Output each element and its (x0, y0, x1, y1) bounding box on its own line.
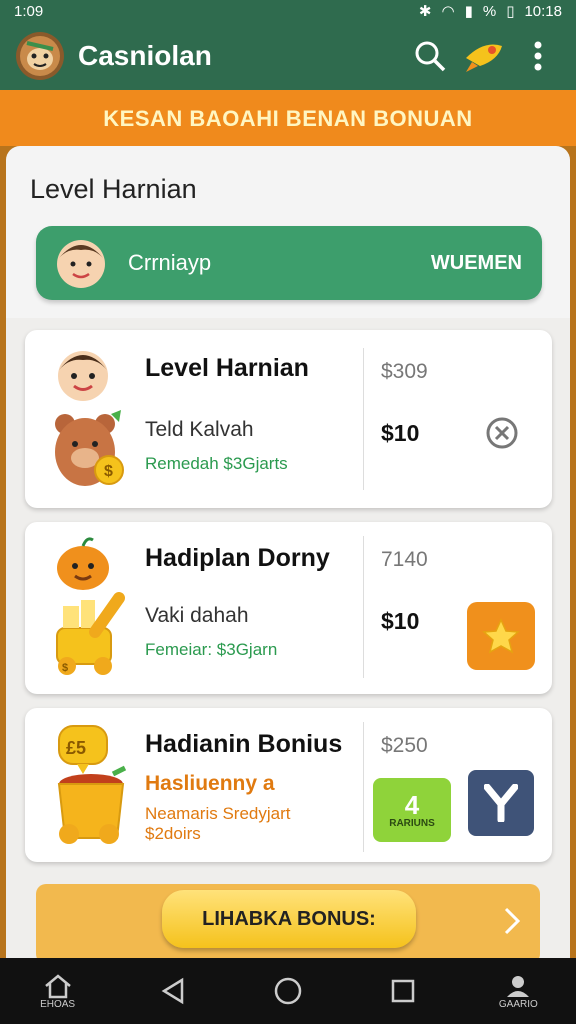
price-top: $309 (381, 360, 428, 383)
orange-mascot-icon (53, 534, 113, 594)
card-divider (363, 536, 364, 678)
card-subtitle: Teld Kalvah (145, 418, 254, 441)
card-footer-2: $2doirs (145, 824, 201, 843)
recents-square-icon (391, 979, 415, 1003)
card-title: Level Harnian (145, 354, 309, 382)
user-tag[interactable]: WUEMEN (431, 252, 522, 275)
battery-icon: ▯ (506, 3, 515, 20)
svg-text:$: $ (62, 662, 68, 674)
card-divider (363, 348, 364, 490)
status-icons: ✱ ◠ ▮ % ▯ 10:18 (418, 2, 562, 21)
level-panel: Level Harnian Crrniayp WUEMEN (6, 146, 570, 318)
promo-banner[interactable]: KESAN BAOAHI BENAN BONUAN (0, 90, 576, 146)
svg-text:£5: £5 (66, 738, 86, 758)
boy-avatar-icon (53, 344, 113, 404)
y-logo-icon (484, 784, 518, 822)
user-strip[interactable]: Crrniayp WUEMEN (36, 226, 542, 300)
status-left-text: 1:09 (14, 2, 44, 20)
y-logo-button[interactable] (468, 770, 534, 836)
profile-icon (507, 975, 530, 997)
card-title: Hadianin Bonius (145, 730, 343, 758)
panel-heading: Level Harnian (30, 174, 197, 204)
user-avatar-icon (54, 236, 108, 290)
more-vert-icon[interactable] (516, 34, 560, 78)
rank-number: 4 (404, 789, 420, 820)
nav-home-label: EHOAS (40, 998, 76, 1010)
status-time: 10:18 (524, 2, 562, 20)
wifi-icon: ◠ (441, 3, 455, 20)
battery-text: % (482, 2, 497, 20)
price-top: $250 (381, 734, 428, 757)
card-divider (363, 722, 364, 852)
card-footer: Remedah $3Gjarts (145, 454, 288, 473)
app-bar: Casniolan (0, 22, 576, 90)
reward-card-2[interactable]: $ Hadiplan Dorny Vaki dahah Femeiar: $3G… (25, 522, 552, 694)
bonus-button[interactable]: LIHABKA BONUS: (162, 890, 416, 948)
back-triangle-icon (161, 977, 184, 1005)
bear-coin-icon: $ (49, 408, 129, 492)
nav-home[interactable]: EHOAS (23, 961, 93, 1021)
bonus-bar: LIHABKA BONUS: (36, 884, 540, 964)
price-top: 7140 (381, 548, 428, 571)
card-title: Hadiplan Dorny (145, 544, 330, 572)
bottom-nav: EHOAS GAARIO (0, 958, 576, 1024)
gold-cart-icon: $ (49, 592, 129, 676)
price-main: $10 (381, 608, 420, 634)
card-footer: Neamaris Sredyjart (145, 804, 291, 823)
reward-card-3[interactable]: £5 Hadianin Bonius Hasliuenny a Neamaris… (25, 708, 552, 862)
search-icon[interactable] (408, 34, 452, 78)
nav-profile[interactable]: GAARIO (483, 961, 553, 1021)
home-circle-icon (274, 977, 302, 1005)
chevron-right-icon[interactable] (498, 906, 526, 936)
nav-back[interactable] (138, 961, 208, 1021)
rank-button[interactable]: 4 RARIUNS (373, 778, 451, 842)
nav-profile-label: GAARIO (498, 998, 538, 1010)
close-circle-icon[interactable] (485, 416, 519, 450)
card-footer: Femeiar: $3Gjarn (145, 640, 278, 659)
sloth-avatar-icon[interactable] (16, 32, 64, 80)
user-name: Crrniayp (128, 250, 212, 275)
nav-recents[interactable] (368, 961, 438, 1021)
bluetooth-icon: ✱ (418, 3, 432, 20)
signal-icon: ▮ (464, 3, 473, 20)
card-subtitle: Vaki dahah (145, 604, 249, 627)
star-icon (482, 618, 520, 654)
status-bar: 1:09 ✱ ◠ ▮ % ▯ 10:18 (0, 0, 576, 22)
home-icon (44, 973, 71, 998)
price-main: $10 (381, 420, 420, 446)
app-title: Casniolan (78, 40, 212, 71)
svg-text:$: $ (104, 463, 113, 480)
card-subtitle: Hasliuenny a (145, 772, 275, 795)
star-button[interactable] (467, 602, 535, 670)
rocket-icon[interactable] (462, 34, 506, 78)
reward-card-1[interactable]: $ Level Harnian Teld Kalvah Remedah $3Gj… (25, 330, 552, 508)
rank-label: RARIUNS (389, 817, 435, 829)
nav-home-circle[interactable] (253, 961, 323, 1021)
gold-pot-icon: £5 (51, 720, 131, 844)
